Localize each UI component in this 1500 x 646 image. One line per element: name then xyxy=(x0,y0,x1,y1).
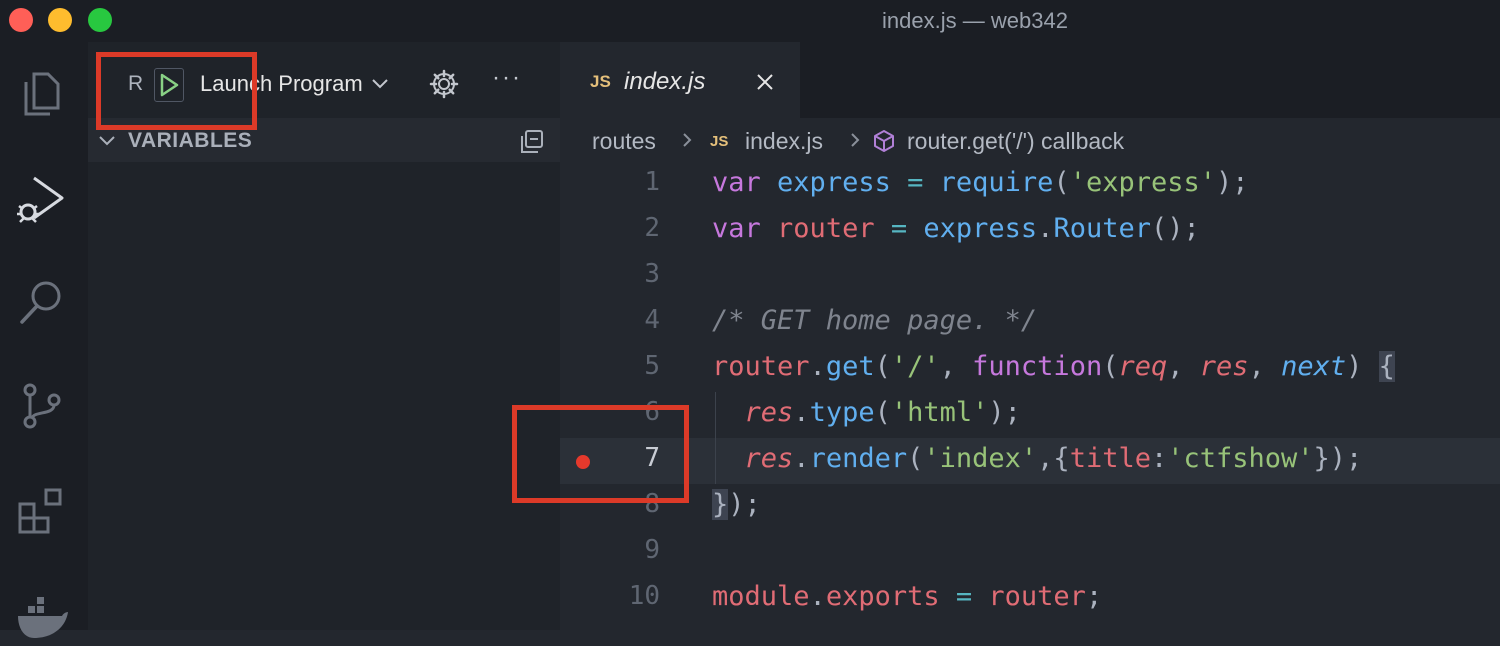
files-icon[interactable] xyxy=(14,66,70,122)
method-cube-icon xyxy=(874,130,894,152)
tab-label: index.js xyxy=(624,68,706,95)
code-line[interactable]: 10 module.exports = router; xyxy=(560,576,1500,622)
js-file-icon: JS xyxy=(710,133,729,150)
line-number[interactable]: 4 xyxy=(600,305,660,335)
variables-title: VARIABLES xyxy=(128,129,253,152)
breadcrumb: routes JS index.js router.get('/') callb… xyxy=(560,118,1500,162)
code-line[interactable]: 8 }); xyxy=(560,484,1500,530)
chevron-down-icon xyxy=(99,136,115,146)
chevron-down-icon[interactable] xyxy=(370,74,390,94)
activity-bar xyxy=(0,42,88,638)
code-line[interactable]: 3 xyxy=(560,254,1500,300)
line-text: }); xyxy=(712,489,761,520)
tab-index-js[interactable]: JS index.js xyxy=(560,42,800,118)
code-line[interactable]: 2 var router = express.Router(); xyxy=(560,208,1500,254)
code-line-active[interactable]: 7 res.render('index',{title:'ctfshow'}); xyxy=(560,438,1500,484)
debug-icon[interactable] xyxy=(14,170,70,226)
close-icon[interactable] xyxy=(755,72,775,92)
line-number[interactable]: 9 xyxy=(600,535,660,565)
collapse-all-icon[interactable] xyxy=(518,128,546,156)
line-number[interactable]: 1 xyxy=(600,167,660,197)
breadcrumb-folder[interactable]: routes xyxy=(592,128,656,155)
breadcrumb-file[interactable]: index.js xyxy=(745,128,823,155)
extensions-icon[interactable] xyxy=(14,482,70,538)
run-and-debug-sidebar: R Launch Program ··· VARIABLES xyxy=(88,42,560,630)
editor-tab-bar: JS index.js xyxy=(560,42,1500,118)
title-bar: index.js — web342 xyxy=(0,0,1500,42)
code-line[interactable]: 1 var express = require('express'); xyxy=(560,162,1500,208)
chevron-right-icon xyxy=(851,133,860,147)
code-line[interactable]: 6 res.type('html'); xyxy=(560,392,1500,438)
line-number[interactable]: 2 xyxy=(600,213,660,243)
line-text: /* GET home page. */ xyxy=(712,305,1038,336)
line-text: var router = express.Router(); xyxy=(712,213,1200,244)
source-control-icon[interactable] xyxy=(14,378,70,434)
code-line[interactable]: 5 router.get('/', function(req, res, nex… xyxy=(560,346,1500,392)
line-text: module.exports = router; xyxy=(712,581,1103,612)
more-actions-button[interactable]: ··· xyxy=(492,64,522,92)
code-line[interactable]: 9 xyxy=(560,530,1500,576)
chevron-right-icon xyxy=(683,133,692,147)
gear-icon[interactable] xyxy=(428,68,460,100)
line-number[interactable]: 10 xyxy=(600,581,660,611)
line-text: var express = require('express'); xyxy=(712,167,1249,198)
line-text: res.render('index',{title:'ctfshow'}); xyxy=(744,443,1363,474)
breadcrumb-symbol[interactable]: router.get('/') callback xyxy=(907,128,1124,155)
search-icon[interactable] xyxy=(14,274,70,330)
line-number[interactable]: 3 xyxy=(600,259,660,289)
annotation-box-breakpoint xyxy=(512,405,689,503)
code-editor[interactable]: 1 var express = require('express'); 2 va… xyxy=(560,162,1500,630)
window-title: index.js — web342 xyxy=(882,8,1068,33)
code-line[interactable]: 4 /* GET home page. */ xyxy=(560,300,1500,346)
docker-icon[interactable] xyxy=(14,590,70,646)
annotation-box-launch xyxy=(96,52,257,130)
line-text: res.type('html'); xyxy=(744,397,1021,428)
js-file-icon: JS xyxy=(590,72,611,91)
line-number[interactable]: 5 xyxy=(600,351,660,381)
line-text: router.get('/', function(req, res, next)… xyxy=(712,351,1395,382)
